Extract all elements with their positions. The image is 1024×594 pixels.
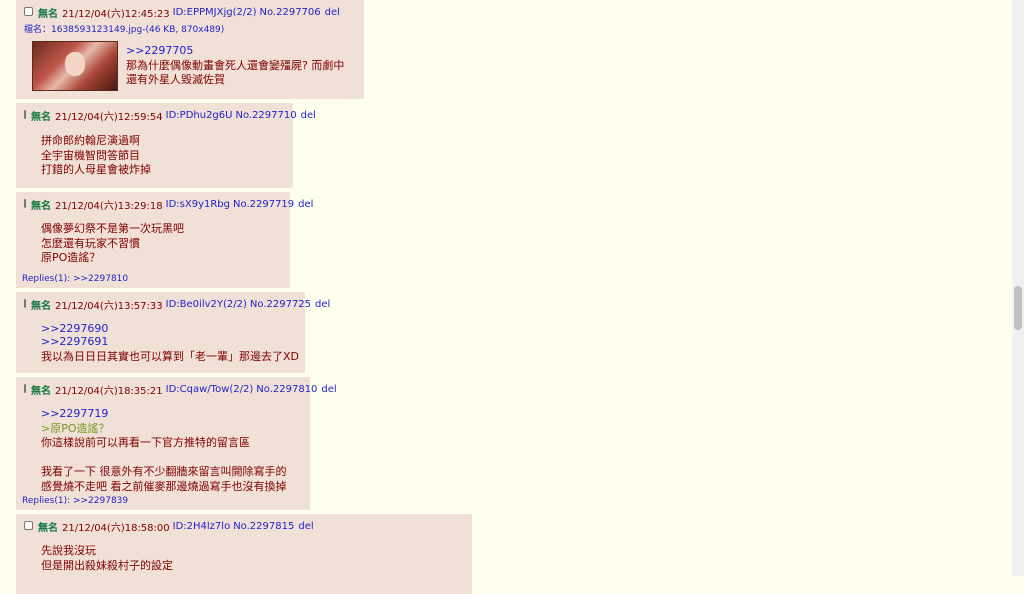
quote-link[interactable]: >>2297705 xyxy=(126,44,344,59)
post-2297815: 無名 21/12/04(六)18:58:00 ID:2H4lz7lo No.22… xyxy=(16,514,472,594)
post-date: 21/12/04(六)18:35:21 xyxy=(55,385,163,397)
delete-link[interactable]: del xyxy=(298,199,313,210)
post-number[interactable]: No.2297725 xyxy=(250,299,311,310)
poster-name: 無名 xyxy=(31,111,51,123)
post-date: 21/12/04(六)12:59:54 xyxy=(55,111,163,123)
post-number[interactable]: No.2297815 xyxy=(233,521,294,532)
poster-name: 無名 xyxy=(31,300,51,312)
file-info[interactable]: 檔名：1638593123149.jpg-(46 KB, 870x489) xyxy=(24,22,364,35)
select-checkbox[interactable] xyxy=(24,6,33,16)
post-body: >>2297719 >原PO造謠？ 你這樣說前可以再看一下官方推特的留言區 我看… xyxy=(24,407,310,494)
post-2297706: 無名 21/12/04(六)12:45:23 ID:EPPMJXjg(2/2) … xyxy=(16,0,364,99)
post-2297725: 無名 21/12/04(六)13:57:33 ID:Be0ilv2Y(2/2) … xyxy=(16,292,330,373)
poster-name: 無名 xyxy=(31,385,51,397)
post-body: 先說我沒玩 但是開出殺妹殺村子的設定 xyxy=(24,544,472,573)
post-body: >>2297705 那為什麼偶像動畫會死人還會變殭屍? 而劇中 還有外星人毀滅佐… xyxy=(118,44,344,88)
poster-id[interactable]: ID:EPPMJXjg(2/2) xyxy=(173,7,257,18)
post-text-line: 還有外星人毀滅佐賀 xyxy=(126,73,225,86)
select-checkbox[interactable] xyxy=(24,383,26,393)
post-number[interactable]: No.2297706 xyxy=(260,7,321,18)
post-text-line: 原PO造謠？ xyxy=(41,251,101,264)
post-date: 21/12/04(六)18:58:00 xyxy=(62,522,170,534)
delete-link[interactable]: del xyxy=(301,110,316,121)
post-text-line: 怎麼還有玩家不習慣 xyxy=(41,236,140,250)
post-header: 無名 21/12/04(六)18:35:21 ID:Cqaw/Tow(2/2) … xyxy=(24,381,337,397)
post-text-line: 我以為日日日其實也可以算到「老一輩」那邊去了XD xyxy=(41,350,300,363)
post-text-line: 先說我沒玩 xyxy=(41,544,96,557)
poster-name: 無名 xyxy=(38,522,58,534)
delete-link[interactable]: del xyxy=(315,299,330,310)
poster-id[interactable]: ID:PDhu2g6U xyxy=(166,110,233,121)
post-header: 無名 21/12/04(六)13:29:18 ID:sX9y1Rbg No.22… xyxy=(24,196,313,212)
scrollbar-thumb[interactable] xyxy=(1014,286,1022,330)
post-body: 偶像夢幻祭不是第一次玩黑吧 怎麼還有玩家不習慣 原PO造謠？ xyxy=(24,222,290,266)
post-text-line: 拼命郎約翰尼演過啊 xyxy=(41,134,140,147)
poster-id[interactable]: ID:Be0ilv2Y(2/2) xyxy=(166,299,247,310)
post-header: 無名 21/12/04(六)13:57:33 ID:Be0ilv2Y(2/2) … xyxy=(24,296,330,312)
post-text-line: 偶像夢幻祭不是第一次玩黑吧 xyxy=(41,222,184,235)
post-text-line: 全宇宙機智問答節目 xyxy=(41,148,140,162)
poster-name: 無名 xyxy=(31,200,51,212)
select-checkbox[interactable] xyxy=(24,109,26,119)
greentext-line: >原PO造謠？ xyxy=(41,421,110,435)
delete-link[interactable]: del xyxy=(325,7,340,18)
post-text-line: 但是開出殺妹殺村子的設定 xyxy=(41,558,173,572)
post-text-line: 你這樣說前可以再看一下官方推特的留言區 xyxy=(41,436,250,449)
post-date: 21/12/04(六)13:57:33 xyxy=(55,300,163,312)
quote-link[interactable]: >>2297690 xyxy=(41,322,305,335)
poster-id[interactable]: ID:2H4lz7lo xyxy=(173,521,231,532)
quote-link[interactable]: >>2297719 xyxy=(41,407,310,422)
delete-link[interactable]: del xyxy=(321,384,336,395)
post-body: >>2297690 >>2297691 我以為日日日其實也可以算到「老一輩」那邊… xyxy=(24,322,305,363)
replies-link[interactable]: Replies(1): >>2297810 xyxy=(22,274,128,284)
post-number[interactable]: No.2297710 xyxy=(235,110,296,121)
post-number[interactable]: No.2297719 xyxy=(233,199,294,210)
post-header: 無名 21/12/04(六)18:58:00 ID:2H4lz7lo No.22… xyxy=(24,518,472,534)
vertical-scrollbar[interactable] xyxy=(1012,0,1024,576)
replies-link[interactable]: Replies(1): >>2297839 xyxy=(22,496,128,506)
post-text-line: 感覺燒不走吧 看之前催麥那邊燒過寫手也沒有換掉 xyxy=(41,479,287,493)
poster-id[interactable]: ID:sX9y1Rbg xyxy=(166,199,230,210)
post-2297710: 無名 21/12/04(六)12:59:54 ID:PDhu2g6U No.22… xyxy=(16,103,316,188)
post-text-line: 打錯的人母星會被炸掉 xyxy=(41,163,151,176)
delete-link[interactable]: del xyxy=(298,521,313,532)
post-2297810: 無名 21/12/04(六)18:35:21 ID:Cqaw/Tow(2/2) … xyxy=(16,377,337,510)
thumbnail-image[interactable] xyxy=(32,41,118,91)
select-checkbox[interactable] xyxy=(24,520,33,530)
post-2297719: 無名 21/12/04(六)13:29:18 ID:sX9y1Rbg No.22… xyxy=(16,192,313,288)
post-text-line: 那為什麼偶像動畫會死人還會變殭屍? 而劇中 xyxy=(126,58,345,72)
post-date: 21/12/04(六)12:45:23 xyxy=(62,8,170,20)
quote-link[interactable]: >>2297691 xyxy=(41,335,305,348)
select-checkbox[interactable] xyxy=(24,298,26,308)
poster-name: 無名 xyxy=(38,8,58,20)
post-header: 無名 21/12/04(六)12:45:23 ID:EPPMJXjg(2/2) … xyxy=(24,4,364,20)
post-number[interactable]: No.2297810 xyxy=(256,384,317,395)
post-body: 拼命郎約翰尼演過啊 全宇宙機智問答節目 打錯的人母星會被炸掉 xyxy=(24,134,293,178)
post-date: 21/12/04(六)13:29:18 xyxy=(55,200,163,212)
post-header: 無名 21/12/04(六)12:59:54 ID:PDhu2g6U No.22… xyxy=(24,107,316,123)
poster-id[interactable]: ID:Cqaw/Tow(2/2) xyxy=(166,384,254,395)
post-text-line: 我看了一下 很意外有不少翻牆來留言叫開除寫手的 xyxy=(41,465,287,478)
select-checkbox[interactable] xyxy=(24,198,26,208)
